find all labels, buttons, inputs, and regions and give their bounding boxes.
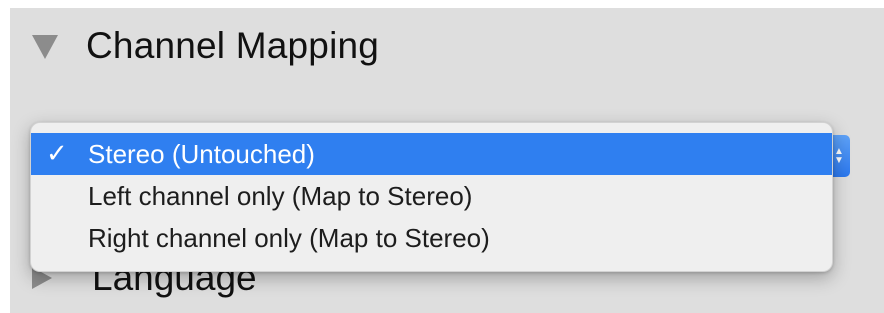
inspector-panel: Channel Mapping ▲ ▼ Language ✓ Stereo (U… [10,8,884,313]
menu-item-label: Stereo (Untouched) [88,138,315,169]
channel-mapping-header[interactable]: Channel Mapping [32,20,379,72]
menu-item-label: Left channel only (Map to Stereo) [88,180,473,211]
menu-item-stereo-untouched[interactable]: ✓ Stereo (Untouched) [31,133,832,175]
menu-item-right-channel-only[interactable]: Right channel only (Map to Stereo) [31,217,832,259]
channel-mapping-popup-menu: ✓ Stereo (Untouched) Left channel only (… [30,122,833,272]
menu-item-label: Right channel only (Map to Stereo) [88,222,490,253]
disclosure-triangle-down-icon[interactable] [32,35,58,59]
chevron-down-icon: ▼ [834,155,844,166]
menu-item-left-channel-only[interactable]: Left channel only (Map to Stereo) [31,175,832,217]
checkmark-icon: ✓ [46,139,68,169]
channel-mapping-title: Channel Mapping [86,25,380,66]
